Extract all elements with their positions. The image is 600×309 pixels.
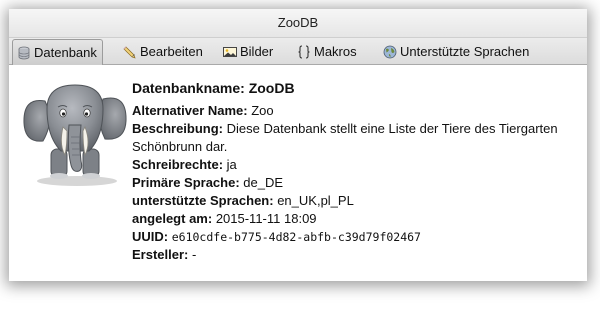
window-titlebar[interactable]: ZooDB <box>9 9 587 37</box>
tab-label: Bilder <box>240 44 274 59</box>
tab-label: Makros <box>314 44 357 59</box>
field-label: unterstützte Sprachen: <box>132 193 274 208</box>
field-label: Alternativer Name: <box>132 103 248 118</box>
field-label: Beschreibung: <box>132 121 224 136</box>
tab-label: Bearbeiten <box>140 44 203 59</box>
field-label: Ersteller: <box>132 247 189 262</box>
database-name-heading: Datenbankname: ZooDB <box>132 78 572 98</box>
tab-label: Unterstützte Sprachen <box>400 44 530 59</box>
field-value: 2015-11-11 18:09 <box>215 211 317 226</box>
tab-makros[interactable]: Makros <box>293 41 362 63</box>
field-value: Zoo <box>251 103 274 118</box>
tab-unterstuetzte-sprachen[interactable]: Unterstützte Sprachen <box>379 41 534 63</box>
field-primary-language: Primäre Sprache: de_DE <box>132 174 572 192</box>
script-icon <box>297 45 311 59</box>
image-icon <box>223 45 237 59</box>
tab-label: Datenbank <box>34 45 97 60</box>
field-value: en_UK,pl_PL <box>277 193 354 208</box>
field-supported-languages: unterstützte Sprachen: en_UK,pl_PL <box>132 192 572 210</box>
globe-icon <box>383 45 397 59</box>
tab-bar: Datenbank Bearbeiten Bilder Makros Unter… <box>9 37 587 65</box>
database-icon <box>17 46 31 60</box>
field-label: Schreibrechte: <box>132 157 224 172</box>
field-value: ja <box>226 157 237 172</box>
window-title: ZooDB <box>277 15 319 30</box>
field-write-access: Schreibrechte: ja <box>132 156 572 174</box>
tab-bilder[interactable]: Bilder <box>219 41 278 63</box>
tab-datenbank[interactable]: Datenbank <box>12 39 103 65</box>
field-alternative-name: Alternativer Name: Zoo <box>132 102 572 120</box>
database-info: Datenbankname: ZooDB Alternativer Name: … <box>132 78 572 264</box>
field-description: Beschreibung: Diese Datenbank stellt ein… <box>132 120 572 156</box>
app-window: ZooDB Datenbank Bearbeiten Bilder Makros… <box>9 9 587 281</box>
field-creator: Ersteller: - <box>132 246 572 264</box>
field-label: angelegt am: <box>132 211 213 226</box>
elephant-logo <box>19 79 131 189</box>
heading-value: ZooDB <box>248 80 295 96</box>
field-value: e610cdfe-b775-4d82-abfb-c39d79f02467 <box>171 230 421 244</box>
field-label: Primäre Sprache: <box>132 175 240 190</box>
heading-label: Datenbankname: <box>132 80 245 96</box>
field-value: de_DE <box>243 175 284 190</box>
field-created-at: angelegt am: 2015-11-11 18:09 <box>132 210 572 228</box>
field-label: UUID: <box>132 229 169 244</box>
field-value: - <box>192 247 197 262</box>
pencil-icon <box>123 45 137 59</box>
tab-bearbeiten[interactable]: Bearbeiten <box>119 41 208 63</box>
field-uuid: UUID: e610cdfe-b775-4d82-abfb-c39d79f024… <box>132 228 572 246</box>
database-panel: Datenbankname: ZooDB Alternativer Name: … <box>9 65 587 281</box>
